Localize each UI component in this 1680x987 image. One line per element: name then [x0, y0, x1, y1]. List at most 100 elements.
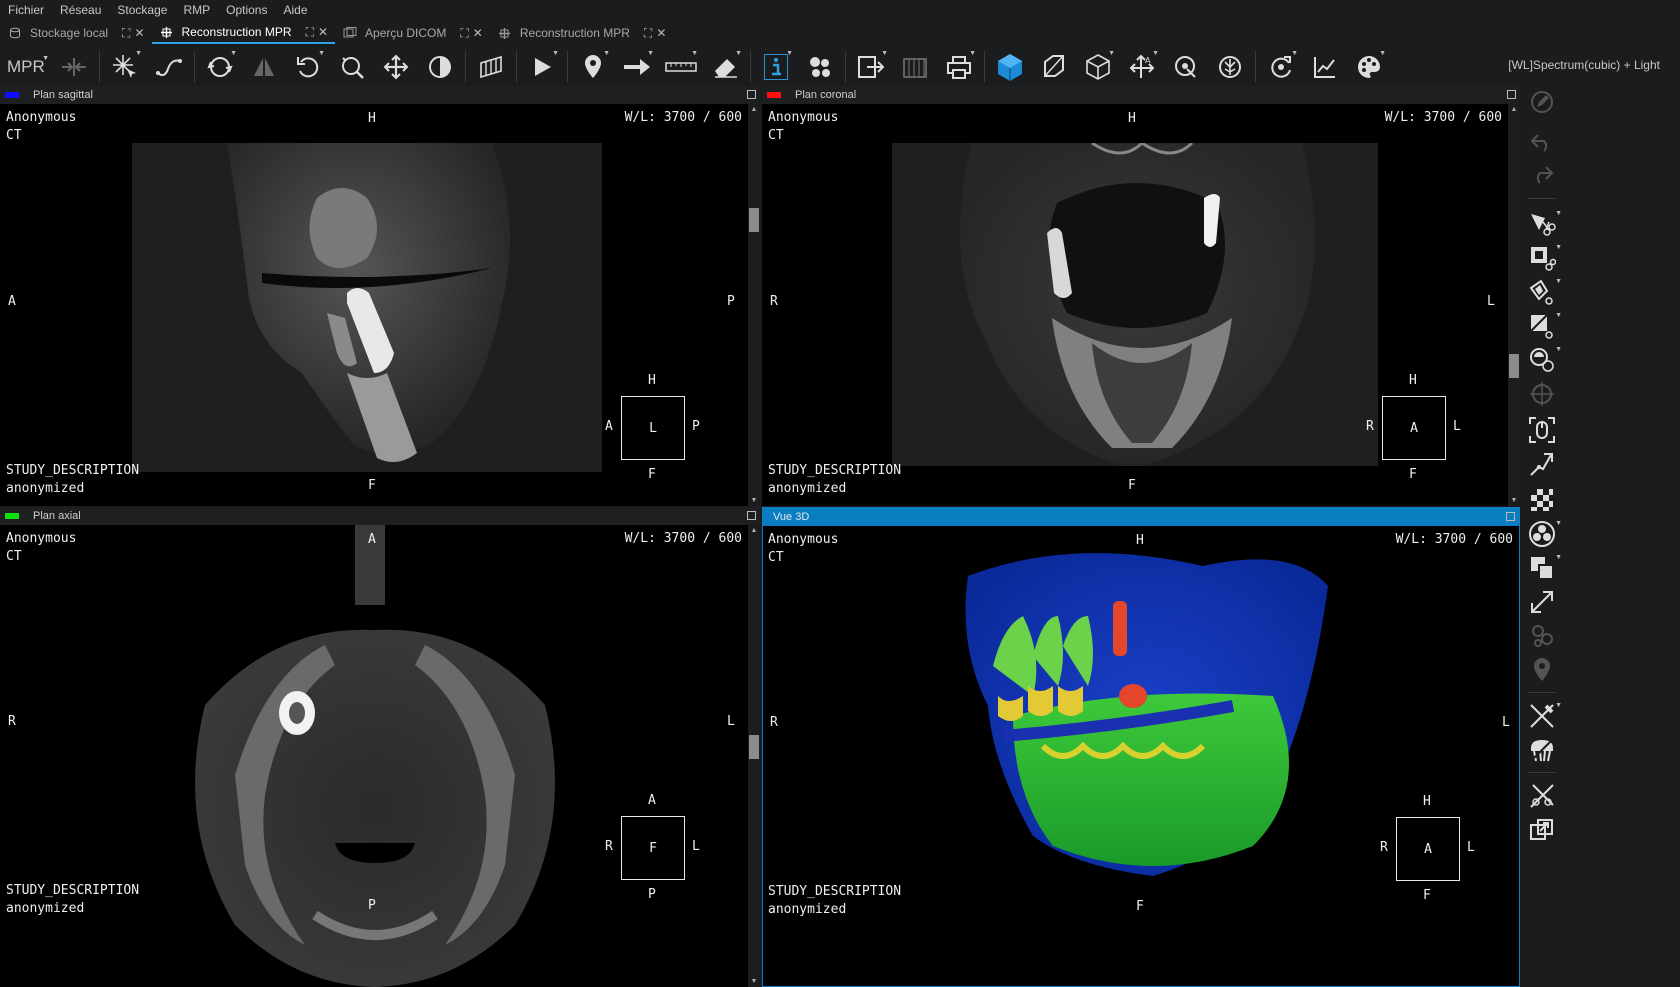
- airway-button[interactable]: [1208, 48, 1252, 86]
- maximize-icon[interactable]: [747, 511, 756, 520]
- crown-tool-button[interactable]: [1522, 734, 1562, 766]
- maximize-icon[interactable]: [747, 90, 756, 99]
- scroll-down-icon[interactable]: ▼: [748, 497, 760, 504]
- export-view-button[interactable]: [1522, 814, 1562, 846]
- print-button[interactable]: ▼: [937, 48, 981, 86]
- orientation-cube[interactable]: A: [1396, 817, 1460, 881]
- cut-box-button[interactable]: ▼: [1522, 242, 1562, 274]
- viewport-3d[interactable]: Anonymous CT W/L: 3700 / 600 STUDY_DESCR…: [763, 526, 1519, 986]
- scroll-thumb[interactable]: [1509, 354, 1519, 378]
- maximize-icon[interactable]: [1506, 512, 1515, 521]
- rotate-3d-button[interactable]: ▼: [198, 48, 242, 86]
- volume-render-button[interactable]: [988, 48, 1032, 86]
- histogram-button[interactable]: [1303, 48, 1347, 86]
- orientation-cube[interactable]: F: [621, 816, 685, 880]
- cut-polygon-button[interactable]: ▼: [1522, 276, 1562, 308]
- segment-colors-button[interactable]: ▼: [1522, 518, 1562, 550]
- scroll-up-icon[interactable]: ▲: [1508, 106, 1520, 113]
- undo-button[interactable]: [1522, 126, 1562, 158]
- menu-aide[interactable]: Aide: [275, 0, 315, 20]
- expand-icon[interactable]: ⛶: [460, 26, 468, 41]
- slice-scrollbar[interactable]: ▲ ▼: [1508, 104, 1520, 506]
- slice-scrollbar[interactable]: ▲ ▼: [748, 104, 760, 506]
- database-icon: [8, 26, 22, 40]
- curve-tool-button[interactable]: [147, 48, 191, 86]
- zoom-icon: [342, 57, 364, 79]
- edit-button[interactable]: [1522, 86, 1562, 118]
- probe-button[interactable]: [1164, 48, 1208, 86]
- render-preset-label[interactable]: [WL]Spectrum(cubic) + Light: [1508, 58, 1660, 72]
- info-overlay-button[interactable]: ▼: [754, 48, 798, 86]
- scroll-thumb[interactable]: [749, 735, 759, 759]
- target-button[interactable]: [1522, 378, 1562, 410]
- close-icon[interactable]: ✕: [473, 26, 483, 41]
- expand-view-button[interactable]: [1522, 586, 1562, 618]
- close-icon[interactable]: ✕: [134, 26, 144, 41]
- viewport-sagittal[interactable]: Anonymous CT W/L: 3700 / 600 STUDY_DESCR…: [0, 104, 748, 506]
- close-icon[interactable]: ✕: [656, 26, 666, 41]
- pencil-circle-icon: [1531, 91, 1553, 113]
- viewport-coronal[interactable]: Anonymous CT W/L: 3700 / 600 STUDY_DESCR…: [762, 104, 1508, 506]
- expand-icon[interactable]: ⛶: [644, 26, 652, 41]
- ruler-button[interactable]: ▼: [659, 48, 703, 86]
- menu-rmp[interactable]: RMP: [175, 0, 218, 20]
- tab-apercu-dicom[interactable]: Aperçu DICOM ⛶ ✕: [335, 22, 490, 44]
- sync-slices-button[interactable]: [52, 48, 96, 86]
- menu-reseau[interactable]: Réseau: [52, 0, 109, 20]
- mpr-mode-dropdown[interactable]: MPR ▼: [0, 55, 52, 77]
- film-button[interactable]: [893, 48, 937, 86]
- implant-tool-button[interactable]: ▼: [1522, 700, 1562, 732]
- tab-reconstruction-mpr[interactable]: Reconstruction MPR ⛶ ✕: [151, 22, 336, 44]
- export-button[interactable]: ▼: [849, 48, 893, 86]
- scroll-up-icon[interactable]: ▲: [748, 106, 760, 113]
- checkerboard-button[interactable]: [1522, 484, 1562, 516]
- slab-button[interactable]: [469, 48, 513, 86]
- menu-fichier[interactable]: Fichier: [0, 0, 52, 20]
- orientation-cube[interactable]: A: [1382, 396, 1446, 460]
- zoom-button[interactable]: [330, 48, 374, 86]
- orientation-cube[interactable]: L: [621, 396, 685, 460]
- rotate-button[interactable]: ▼: [286, 48, 330, 86]
- panel-vue-3d: Vue 3D Anonymous CT W/L: 3700 / 600 STUD…: [762, 507, 1520, 987]
- menu-options[interactable]: Options: [218, 0, 275, 20]
- scroll-thumb[interactable]: [749, 208, 759, 232]
- maximize-icon[interactable]: [1507, 90, 1516, 99]
- cut-volume-button[interactable]: ▼: [1522, 310, 1562, 342]
- window-level-button[interactable]: [418, 48, 462, 86]
- remove-tool-button[interactable]: [1522, 780, 1562, 812]
- pin-button[interactable]: [1522, 654, 1562, 686]
- close-icon[interactable]: ✕: [318, 25, 328, 40]
- oblique-plane-button[interactable]: [1032, 48, 1076, 86]
- expand-icon[interactable]: ⛶: [306, 25, 314, 40]
- scroll-down-icon[interactable]: ▼: [1508, 497, 1520, 504]
- axis-move-button[interactable]: A ▼: [1120, 48, 1164, 86]
- orient-right: P: [727, 294, 735, 309]
- redo-button[interactable]: [1522, 158, 1562, 190]
- pan-button[interactable]: [374, 48, 418, 86]
- tab-stockage-local[interactable]: Stockage local ⛶ ✕: [0, 22, 152, 44]
- menu-stockage[interactable]: Stockage: [109, 0, 175, 20]
- crosshair-tool-button[interactable]: ▼: [103, 48, 147, 86]
- cluster-button[interactable]: [1522, 620, 1562, 652]
- viewport-axial[interactable]: Anonymous CT W/L: 3700 / 600 STUDY_DESCR…: [0, 525, 748, 987]
- cine-play-button[interactable]: ▼: [520, 48, 564, 86]
- segmentation-button[interactable]: [798, 48, 842, 86]
- marker-button[interactable]: ▼: [571, 48, 615, 86]
- sculpt-button[interactable]: ▼: [1522, 344, 1562, 376]
- mouse-button[interactable]: [1522, 414, 1562, 446]
- tab-reconstruction-mpr-2[interactable]: Reconstruction MPR ⛶ ✕: [490, 22, 674, 44]
- scroll-down-icon[interactable]: ▼: [748, 978, 760, 985]
- scroll-up-icon[interactable]: ▲: [748, 527, 760, 534]
- expand-icon[interactable]: ⛶: [122, 26, 130, 41]
- nerve-tracing-button[interactable]: [1522, 448, 1562, 480]
- rotate-view-button[interactable]: ▼: [1259, 48, 1303, 86]
- arrow-annotation-button[interactable]: ▼: [615, 48, 659, 86]
- slice-scrollbar[interactable]: ▲ ▼: [748, 525, 760, 987]
- cut-shape-button[interactable]: ▼: [1522, 208, 1562, 240]
- overlap-button[interactable]: ▼: [1522, 552, 1562, 584]
- map-pin-icon: [585, 55, 601, 78]
- color-palette-button[interactable]: ▼: [1347, 48, 1391, 86]
- wireframe-cube-button[interactable]: ▼: [1076, 48, 1120, 86]
- flip-button[interactable]: [242, 48, 286, 86]
- eraser-button[interactable]: ▼: [703, 48, 747, 86]
